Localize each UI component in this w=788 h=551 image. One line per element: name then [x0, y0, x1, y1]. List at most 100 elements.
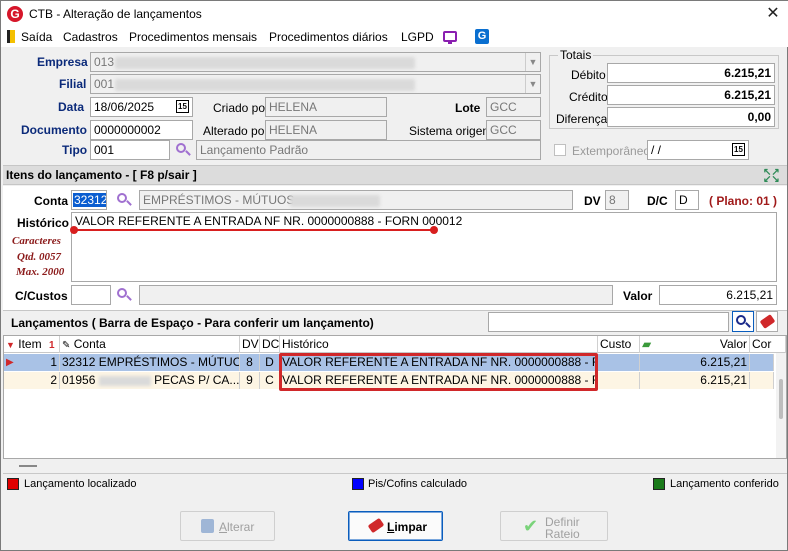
col-dc[interactable]: DC [260, 336, 280, 353]
row-dv: 9 [240, 372, 260, 389]
filial-redacted [115, 79, 415, 91]
menu-procedimentos-mensais[interactable]: Procedimentos mensais [129, 30, 257, 44]
totais-title: Totais [558, 48, 594, 62]
col-conta[interactable]: ✎ Conta [60, 336, 240, 353]
grid-scrollbar[interactable] [776, 353, 786, 458]
limpar-label: Limpar [387, 520, 428, 534]
clear-search-button[interactable] [756, 311, 778, 332]
empresa-redacted [115, 57, 415, 69]
col-cor[interactable]: Cor [750, 336, 786, 353]
col-historico[interactable]: Histórico [280, 336, 598, 353]
menu-cadastros[interactable]: Cadastros [63, 30, 118, 44]
empresa-code: 013 [94, 55, 115, 69]
ccustos-search-icon[interactable] [116, 287, 132, 303]
qtd-label: Qtd. 0057 [17, 251, 61, 263]
menu-procedimentos-diarios[interactable]: Procedimentos diários [269, 30, 388, 44]
historico-value: VALOR REFERENTE A ENTRADA NF NR. 0000000… [75, 214, 463, 228]
monitor-icon[interactable] [443, 31, 457, 44]
divider [3, 473, 787, 474]
extemporaneo-checkbox[interactable] [554, 144, 566, 156]
chevron-down-icon[interactable]: ▼ [525, 53, 540, 71]
col-valor[interactable]: ▰ Valor [640, 336, 750, 353]
diferenca-label: Diferença [556, 112, 608, 126]
alterado-por-label: Alterado por [203, 124, 269, 138]
current-row-icon: ▶ [6, 357, 14, 368]
debito-field: 6.215,21 [607, 63, 775, 83]
conta-code-field[interactable]: 32312 [71, 190, 107, 210]
menu-saida[interactable]: Saída [21, 30, 52, 44]
conta-desc-value: EMPRÉSTIMOS - MÚTUOS - [143, 193, 302, 207]
annotation-underline [74, 229, 434, 231]
tipo-code-field[interactable]: 001 [90, 140, 170, 160]
extemporaneo-date-value: / / [651, 143, 662, 157]
extemporaneo-date-field[interactable]: / / 15 [647, 140, 749, 160]
itens-section-header: Itens do lançamento - [ F8 p/sair ] [3, 165, 787, 185]
conta-desc-redacted [290, 195, 380, 207]
col-custo[interactable]: Custo [598, 336, 640, 353]
legend-localizado-swatch [7, 478, 19, 490]
ccustos-label: C/Custos [15, 289, 68, 303]
alterado-por-field: HELENA [265, 120, 387, 140]
filial-field[interactable]: 001 ▼ [90, 74, 541, 94]
close-icon[interactable]: ✕ [761, 4, 785, 24]
scrollbar-thumb[interactable] [779, 379, 783, 419]
menu-lgpd[interactable]: LGPD [401, 30, 434, 44]
ccustos-field[interactable] [71, 285, 111, 305]
expand-icon[interactable]: ↖↗ ↙↘ [763, 168, 780, 185]
criado-por-field: HELENA [265, 97, 387, 117]
lote-field: GCC [486, 97, 541, 117]
window-title: CTB - Alteração de lançamentos [29, 7, 202, 21]
sort-indicator: 1 [48, 340, 55, 351]
sistema-origem-label: Sistema origem [409, 124, 493, 138]
sistema-origem-field: GCC [486, 120, 541, 140]
row-conta: 01956 PECAS P/ CA... [60, 372, 240, 389]
calendar-icon[interactable]: 15 [176, 100, 189, 113]
legend-piscofins-swatch [352, 478, 364, 490]
legend-conferido-swatch [653, 478, 665, 490]
row-dc: D [260, 354, 280, 371]
annotation-dot-end [430, 226, 438, 234]
itens-section-title: Itens do lançamento - [ F8 p/sair ] [6, 168, 197, 182]
eraser-icon [367, 517, 385, 534]
data-value: 18/06/2025 [94, 100, 155, 114]
conta-code-value: 32312 [73, 193, 107, 207]
search-icon [735, 314, 751, 330]
search-button[interactable] [732, 311, 754, 332]
alterar-button[interactable]: Alterar [180, 511, 275, 541]
historico-textarea[interactable]: VALOR REFERENTE A ENTRADA NF NR. 0000000… [71, 212, 777, 282]
row-item: 2 [4, 372, 60, 389]
tipo-label: Tipo [62, 143, 88, 157]
lancamentos-search-input[interactable] [488, 312, 729, 332]
conta-search-icon[interactable] [116, 192, 132, 208]
row-conta-redacted [98, 375, 151, 386]
dv-label: DV [584, 194, 601, 208]
check-icon: ✔ [523, 516, 539, 536]
calendar-icon[interactable]: 15 [732, 143, 745, 156]
sort-desc-icon: ▼ [6, 340, 15, 350]
dc-label: D/C [647, 194, 668, 208]
definir-rateio-button[interactable]: ✔ Definir Rateio [500, 511, 608, 541]
exit-icon [7, 30, 15, 43]
col-item[interactable]: ▼ Item 1 [4, 336, 60, 353]
row-item: 1 [50, 355, 57, 369]
main-window: G CTB - Alteração de lançamentos ✕ Saída… [0, 0, 788, 551]
col-dv[interactable]: DV [240, 336, 260, 353]
grid-header: ▼ Item 1 ✎ Conta DV DC Histórico Custo ▰… [4, 336, 786, 353]
documento-field[interactable]: 0000000002 [90, 120, 193, 140]
tipo-search-icon[interactable] [175, 142, 191, 158]
data-label: Data [58, 100, 85, 114]
splitter-handle[interactable] [19, 465, 37, 467]
plano-label: ( Plano: 01 ) [709, 194, 778, 208]
dv-field: 8 [605, 190, 629, 210]
caracteres-label: Caracteres [12, 235, 61, 247]
data-field[interactable]: 18/06/2025 15 [90, 97, 193, 117]
empresa-field[interactable]: 013 ▼ [90, 52, 541, 72]
limpar-button[interactable]: Limpar [348, 511, 443, 541]
app-logo-icon: G [7, 6, 23, 22]
dc-field[interactable]: D [675, 190, 699, 210]
row-cor [750, 354, 774, 371]
g-app-icon[interactable]: G [475, 29, 489, 44]
money-icon: ▰ [642, 337, 652, 351]
valor-field[interactable]: 6.215,21 [659, 285, 777, 305]
chevron-down-icon[interactable]: ▼ [525, 75, 540, 93]
